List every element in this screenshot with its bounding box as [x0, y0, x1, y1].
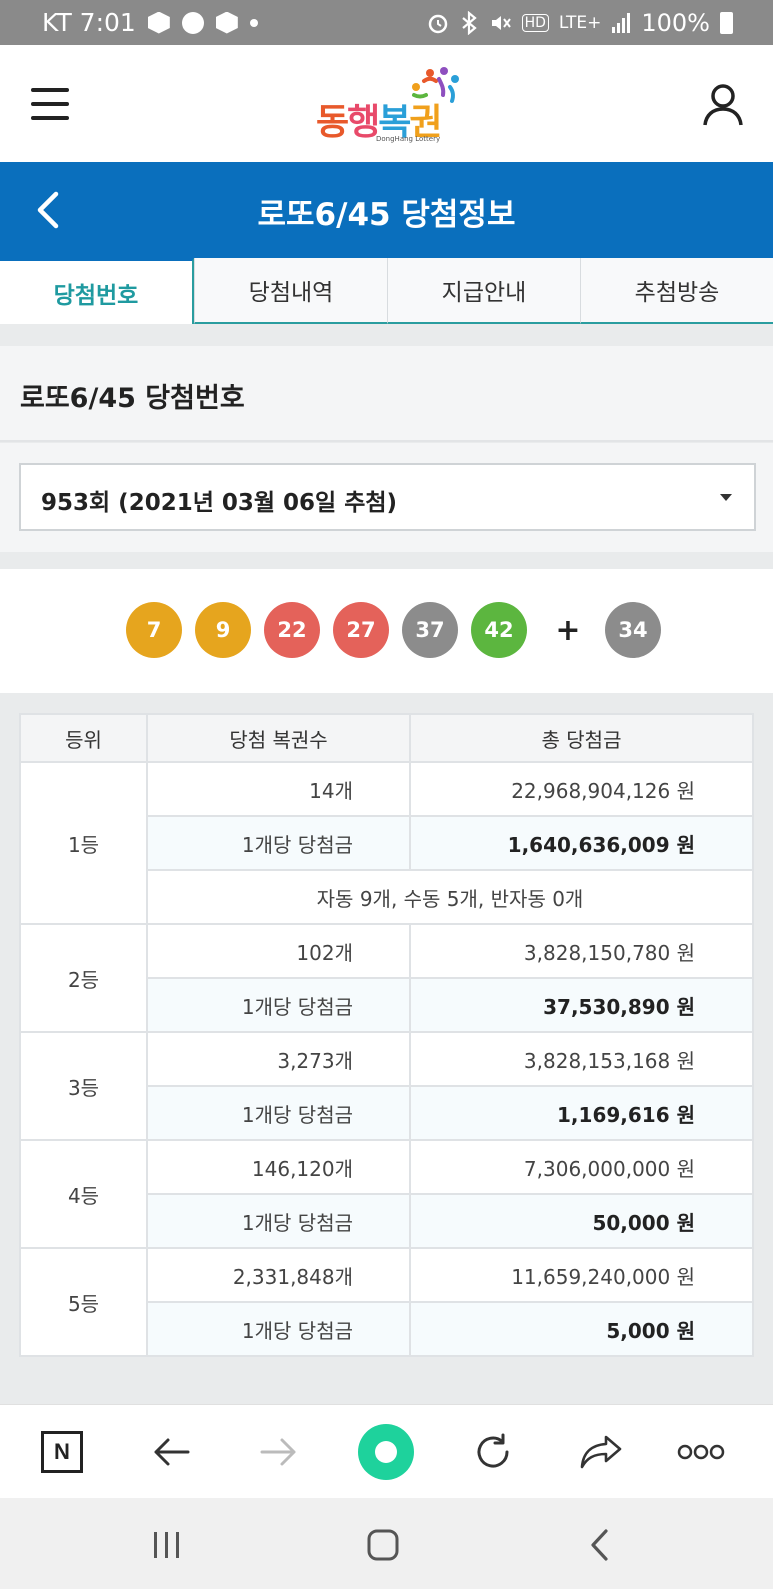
signal-icon [612, 12, 631, 33]
mute-icon [491, 15, 511, 30]
count-cell: 14개 [146, 761, 411, 817]
draw-select[interactable]: 953회 (2021년 03월 06일 추첨) [19, 463, 756, 531]
system-nav-bar [0, 1498, 773, 1589]
browser-toolbar: N [0, 1404, 773, 1498]
tab-bar: 당첨번호 당첨내역 지급안내 추첨방송 [0, 258, 773, 324]
status-bar: KT 7:01 HD LTE+ 100% [0, 0, 773, 45]
number-ball: 42 [471, 602, 527, 658]
per-amount-cell: 1,640,636,009 원 [409, 815, 754, 871]
table-row: 1등 14개 22,968,904,126 원 [19, 761, 754, 925]
header-winners: 당첨 복권수 [146, 713, 411, 763]
section-header: 로또6/45 당첨번호 [0, 346, 773, 442]
hamburger-icon[interactable] [31, 88, 69, 120]
per-amount-cell: 1,169,616 원 [409, 1085, 754, 1141]
per-amount-cell: 37,530,890 원 [409, 977, 754, 1033]
note-cell: 자동 9개, 수동 5개, 반자동 0개 [146, 869, 754, 925]
share-icon[interactable] [576, 1427, 626, 1477]
back-arrow-icon[interactable] [146, 1427, 196, 1477]
per-label-cell: 1개당 당첨금 [146, 1301, 411, 1357]
count-cell: 3,273개 [146, 1031, 411, 1087]
bonus-ball: 34 [605, 602, 661, 658]
home-icon[interactable] [358, 1520, 408, 1570]
per-amount-cell: 50,000 원 [409, 1193, 754, 1249]
total-cell: 22,968,904,126 원 [409, 761, 754, 817]
dot-icon [249, 18, 258, 27]
tab-winning-history[interactable]: 당첨내역 [194, 258, 387, 324]
forward-arrow-icon[interactable] [254, 1427, 304, 1477]
header-rank: 등위 [19, 713, 148, 763]
naver-n-icon[interactable]: N [37, 1427, 87, 1477]
naver-n-label: N [41, 1431, 83, 1473]
rank-cell: 4등 [19, 1139, 148, 1249]
count-cell: 2,331,848개 [146, 1247, 411, 1303]
alarm-icon [428, 14, 447, 33]
number-ball: 22 [264, 602, 320, 658]
prize-table-wrap: 등위 당첨 복권수 총 당첨금 1등 14개 22,968,904,126 원 … [19, 713, 754, 1357]
hex-icon [147, 11, 170, 34]
per-label-cell: 1개당 당첨금 [146, 1085, 411, 1141]
more-icon[interactable] [677, 1427, 725, 1477]
tab-draw-broadcast[interactable]: 추첨방송 [580, 258, 773, 324]
per-label-cell: 1개당 당첨금 [146, 815, 411, 871]
hd-icon: HD [521, 13, 549, 32]
number-balls: 7 9 22 27 37 42 +34 [126, 602, 674, 658]
total-cell: 3,828,153,168 원 [409, 1031, 754, 1087]
donghang-logo[interactable]: 동행복권 DongHang Lottery [316, 67, 461, 143]
total-cell: 7,306,000,000 원 [409, 1139, 754, 1195]
tab-payment-guide[interactable]: 지급안내 [387, 258, 580, 324]
plus-sign: + [555, 612, 581, 648]
section-divider [0, 324, 773, 346]
network-type: LTE+ [558, 12, 602, 33]
per-label-cell: 1개당 당첨금 [146, 977, 411, 1033]
draw-select-value: 953회 (2021년 03월 06일 추첨) [41, 490, 398, 516]
table-header-row: 등위 당첨 복권수 총 당첨금 [19, 713, 754, 763]
number-ball: 37 [402, 602, 458, 658]
number-ball: 27 [333, 602, 389, 658]
green-dot-icon[interactable] [358, 1424, 414, 1480]
rank-cell: 2등 [19, 923, 148, 1033]
count-cell: 102개 [146, 923, 411, 979]
table-row: 2등 102개 3,828,150,780 원 [19, 923, 754, 1033]
caret-down-icon [720, 494, 732, 501]
rank-cell: 3등 [19, 1031, 148, 1141]
count-cell: 146,120개 [146, 1139, 411, 1195]
rank-cell: 5등 [19, 1247, 148, 1357]
number-ball: 9 [195, 602, 251, 658]
total-cell: 11,659,240,000 원 [409, 1247, 754, 1303]
draw-select-area: 953회 (2021년 03월 06일 추첨) [0, 443, 773, 552]
prize-table: 등위 당첨 복권수 총 당첨금 1등 14개 22,968,904,126 원 … [19, 713, 754, 1357]
table-row: 4등 146,120개 7,306,000,000 원 [19, 1139, 754, 1249]
person-icon[interactable] [702, 83, 744, 127]
back-icon[interactable] [575, 1520, 625, 1570]
recents-icon[interactable] [142, 1520, 192, 1570]
status-time: KT 7:01 [42, 8, 136, 37]
per-label-cell: 1개당 당첨금 [146, 1193, 411, 1249]
app-header: 동행복권 DongHang Lottery [0, 45, 773, 162]
hex-icon [215, 11, 238, 34]
logo-subtitle: DongHang Lottery [376, 135, 441, 143]
battery-icon [720, 11, 733, 34]
number-ball: 7 [126, 602, 182, 658]
table-row: 3등 3,273개 3,828,153,168 원 [19, 1031, 754, 1141]
title-bar: 로또6/45 당첨정보 [0, 162, 773, 258]
battery-percent: 100% [641, 8, 710, 37]
header-total-prize: 총 당첨금 [409, 713, 754, 763]
section-title: 로또6/45 당첨번호 [20, 383, 245, 414]
per-amount-cell: 5,000 원 [409, 1301, 754, 1357]
refresh-icon[interactable] [468, 1427, 518, 1477]
table-row: 5등 2,331,848개 11,659,240,000 원 [19, 1247, 754, 1357]
page-title: 로또6/45 당첨정보 [257, 197, 516, 233]
winning-numbers-panel: 7 9 22 27 37 42 +34 [0, 569, 773, 693]
total-cell: 3,828,150,780 원 [409, 923, 754, 979]
lock-icon [181, 11, 204, 34]
bluetooth-icon [461, 10, 477, 35]
rank-cell: 1등 [19, 761, 148, 925]
tab-winning-numbers[interactable]: 당첨번호 [0, 258, 194, 324]
